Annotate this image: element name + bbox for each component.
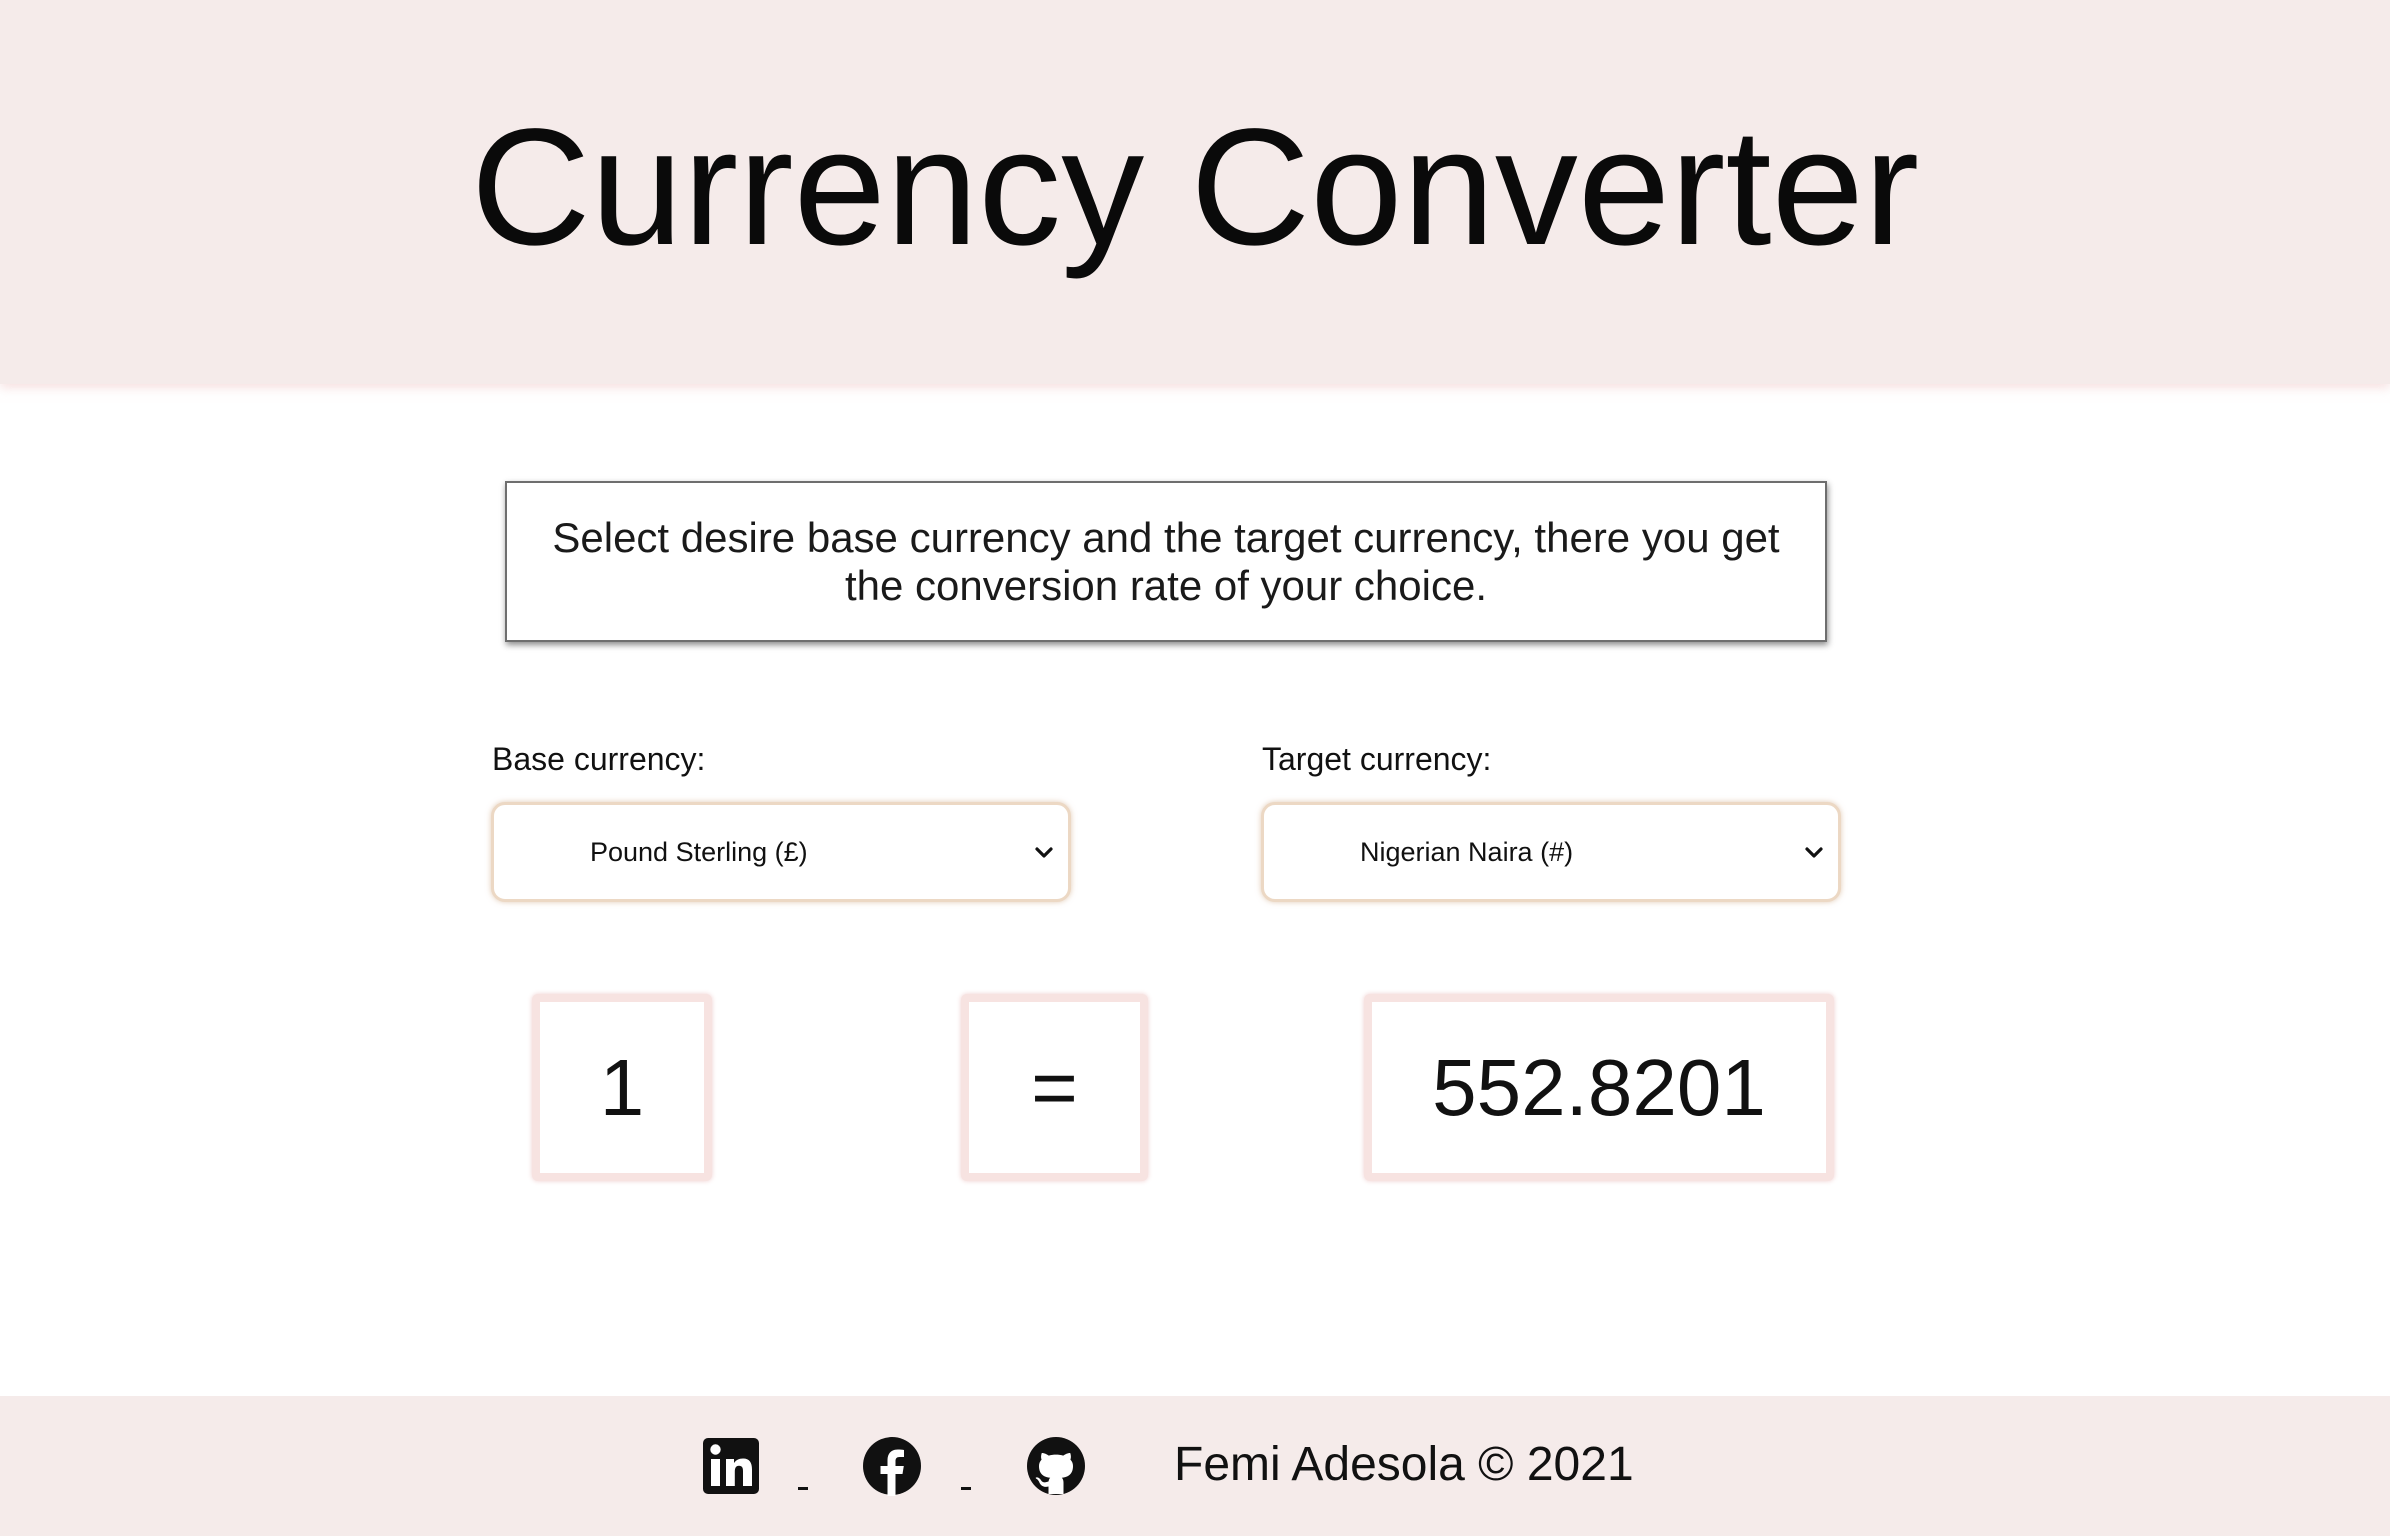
facebook-icon[interactable]	[862, 1436, 922, 1496]
amount-input[interactable]: 1	[532, 994, 712, 1181]
conversion-result: 552.8201	[1364, 994, 1834, 1181]
separator	[961, 1487, 971, 1490]
chevron-down-icon	[1035, 847, 1053, 858]
linkedin-icon[interactable]	[701, 1436, 761, 1496]
separator	[798, 1487, 808, 1490]
base-currency-value: Pound Sterling (£)	[590, 836, 808, 867]
equals-sign: =	[961, 994, 1148, 1181]
base-currency-label: Base currency:	[492, 741, 706, 777]
page-title: Currency Converter	[470, 95, 1920, 280]
footer-credits: Femi Adesola © 2021	[1174, 1438, 1634, 1491]
chevron-down-icon	[1805, 847, 1823, 858]
target-currency-select[interactable]: Nigerian Naira (#)	[1261, 802, 1841, 902]
instructions-text: Select desire base currency and the targ…	[552, 513, 1780, 609]
page: Currency Converter Select desire base cu…	[0, 0, 2390, 1536]
target-currency-value: Nigerian Naira (#)	[1360, 836, 1574, 867]
base-currency-select[interactable]: Pound Sterling (£)	[491, 802, 1071, 902]
target-currency-label: Target currency:	[1262, 741, 1492, 777]
instructions-box: Select desire base currency and the targ…	[505, 481, 1827, 642]
page-header: Currency Converter	[0, 0, 2390, 384]
github-icon[interactable]	[1026, 1436, 1086, 1496]
